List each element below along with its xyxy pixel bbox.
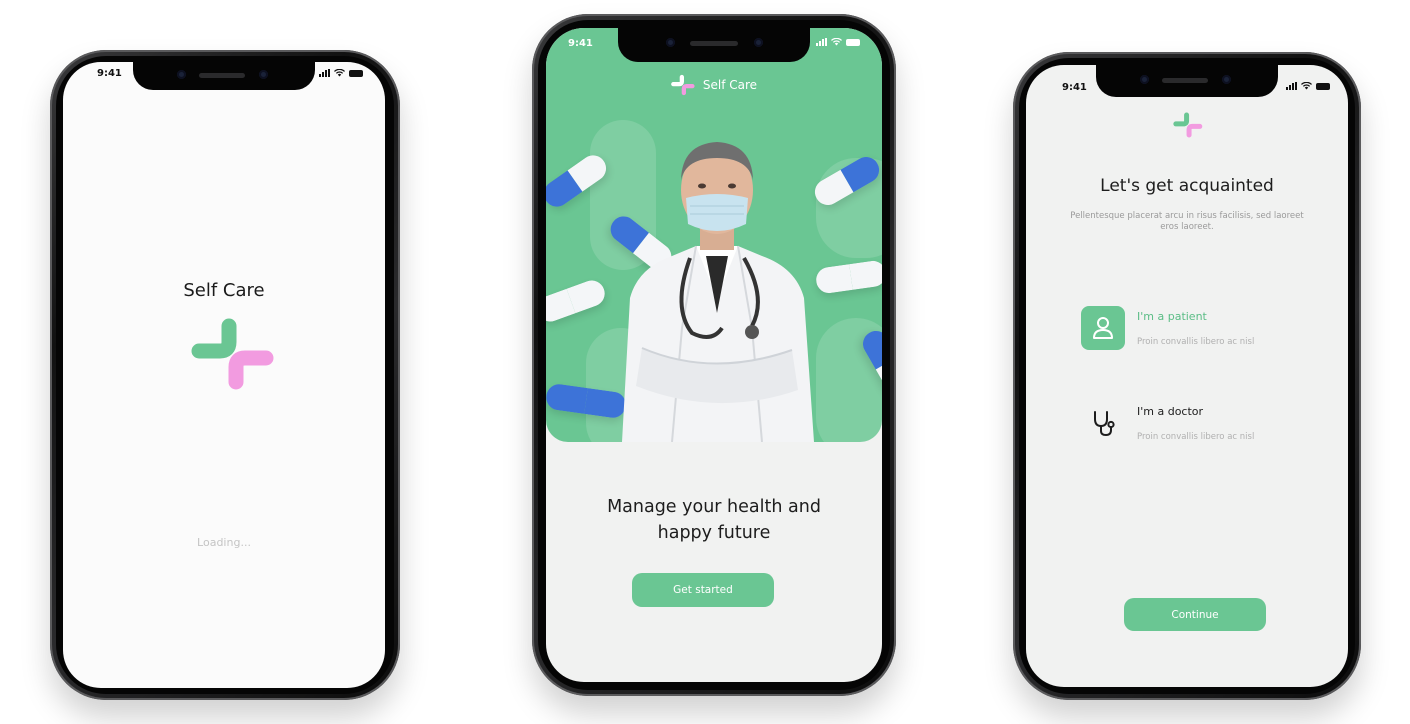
user-icon (1093, 317, 1113, 339)
battery-icon (846, 38, 860, 46)
option-subtitle: Proin convallis libero ac nisl (1137, 432, 1255, 442)
page-title: Let's get acquainted (1100, 176, 1274, 196)
sensor-icon (259, 70, 268, 79)
patient-icon-box (1081, 306, 1125, 350)
option-doctor[interactable]: I'm a doctor Proin convallis libero ac n… (1081, 399, 1301, 447)
status-time: 9:41 (568, 38, 593, 49)
speaker-grille (199, 73, 245, 78)
signal-icon (1286, 82, 1297, 90)
option-title: I'm a doctor (1137, 405, 1204, 418)
battery-icon (349, 69, 363, 77)
capsule-pill (546, 276, 609, 326)
page-subtitle: Pellentesque placerat arcu in risus faci… (1070, 211, 1304, 232)
status-time: 9:41 (1062, 82, 1087, 93)
role-select-screen: 9:41 Let's get acquainted Pellentesque p… (1026, 65, 1348, 687)
status-icons (816, 38, 860, 46)
self-care-logo-icon (191, 318, 274, 390)
signal-icon (319, 69, 330, 77)
onboarding-screen: Self Care 9:41 Manage your health and ha… (546, 28, 882, 682)
wifi-icon (831, 38, 842, 46)
notch (618, 28, 810, 62)
phone-onboarding: Self Care 9:41 Manage your health and ha… (532, 14, 896, 696)
option-title: I'm a patient (1137, 310, 1207, 323)
get-started-button[interactable]: Get started (632, 573, 774, 607)
status-time: 9:41 (97, 68, 122, 79)
self-care-logo-icon (671, 74, 695, 96)
heading-line-1: Manage your health and (607, 497, 821, 517)
camera-icon (177, 70, 186, 79)
doctor-icon-box (1081, 401, 1125, 445)
signal-icon (816, 38, 827, 46)
option-subtitle: Proin convallis libero ac nisl (1137, 337, 1255, 347)
battery-icon (1316, 82, 1330, 90)
notch (133, 62, 315, 90)
app-title: Self Care (183, 280, 265, 301)
self-care-logo-icon (1173, 112, 1203, 138)
speaker-grille (690, 41, 738, 46)
sensor-icon (754, 38, 763, 47)
camera-icon (666, 38, 675, 47)
showcase-stage: 9:41 Self Care Loading... Self Care 9:41… (0, 0, 1410, 724)
notch (1096, 65, 1278, 97)
speaker-grille (1162, 78, 1208, 83)
loading-text: Loading... (197, 536, 251, 549)
phone-splash: 9:41 Self Care Loading... (50, 50, 400, 700)
camera-icon (1140, 75, 1149, 84)
stethoscope-icon (1094, 411, 1115, 437)
onboarding-heading: Manage your health and happy future (546, 494, 882, 546)
phone-role-select: 9:41 Let's get acquainted Pellentesque p… (1013, 52, 1361, 700)
brand-header: Self Care (546, 74, 882, 96)
wifi-icon (334, 69, 345, 77)
splash-screen: 9:41 Self Care Loading... (63, 62, 385, 688)
status-icons (319, 69, 363, 77)
sensor-icon (1222, 75, 1231, 84)
hero-banner: Self Care (546, 28, 882, 442)
wifi-icon (1301, 82, 1312, 90)
option-patient[interactable]: I'm a patient Proin convallis libero ac … (1081, 304, 1301, 352)
status-icons (1286, 82, 1330, 90)
doctor-photo (622, 142, 814, 442)
continue-button[interactable]: Continue (1124, 598, 1266, 631)
heading-line-2: happy future (657, 523, 771, 543)
brand-name: Self Care (702, 78, 758, 92)
